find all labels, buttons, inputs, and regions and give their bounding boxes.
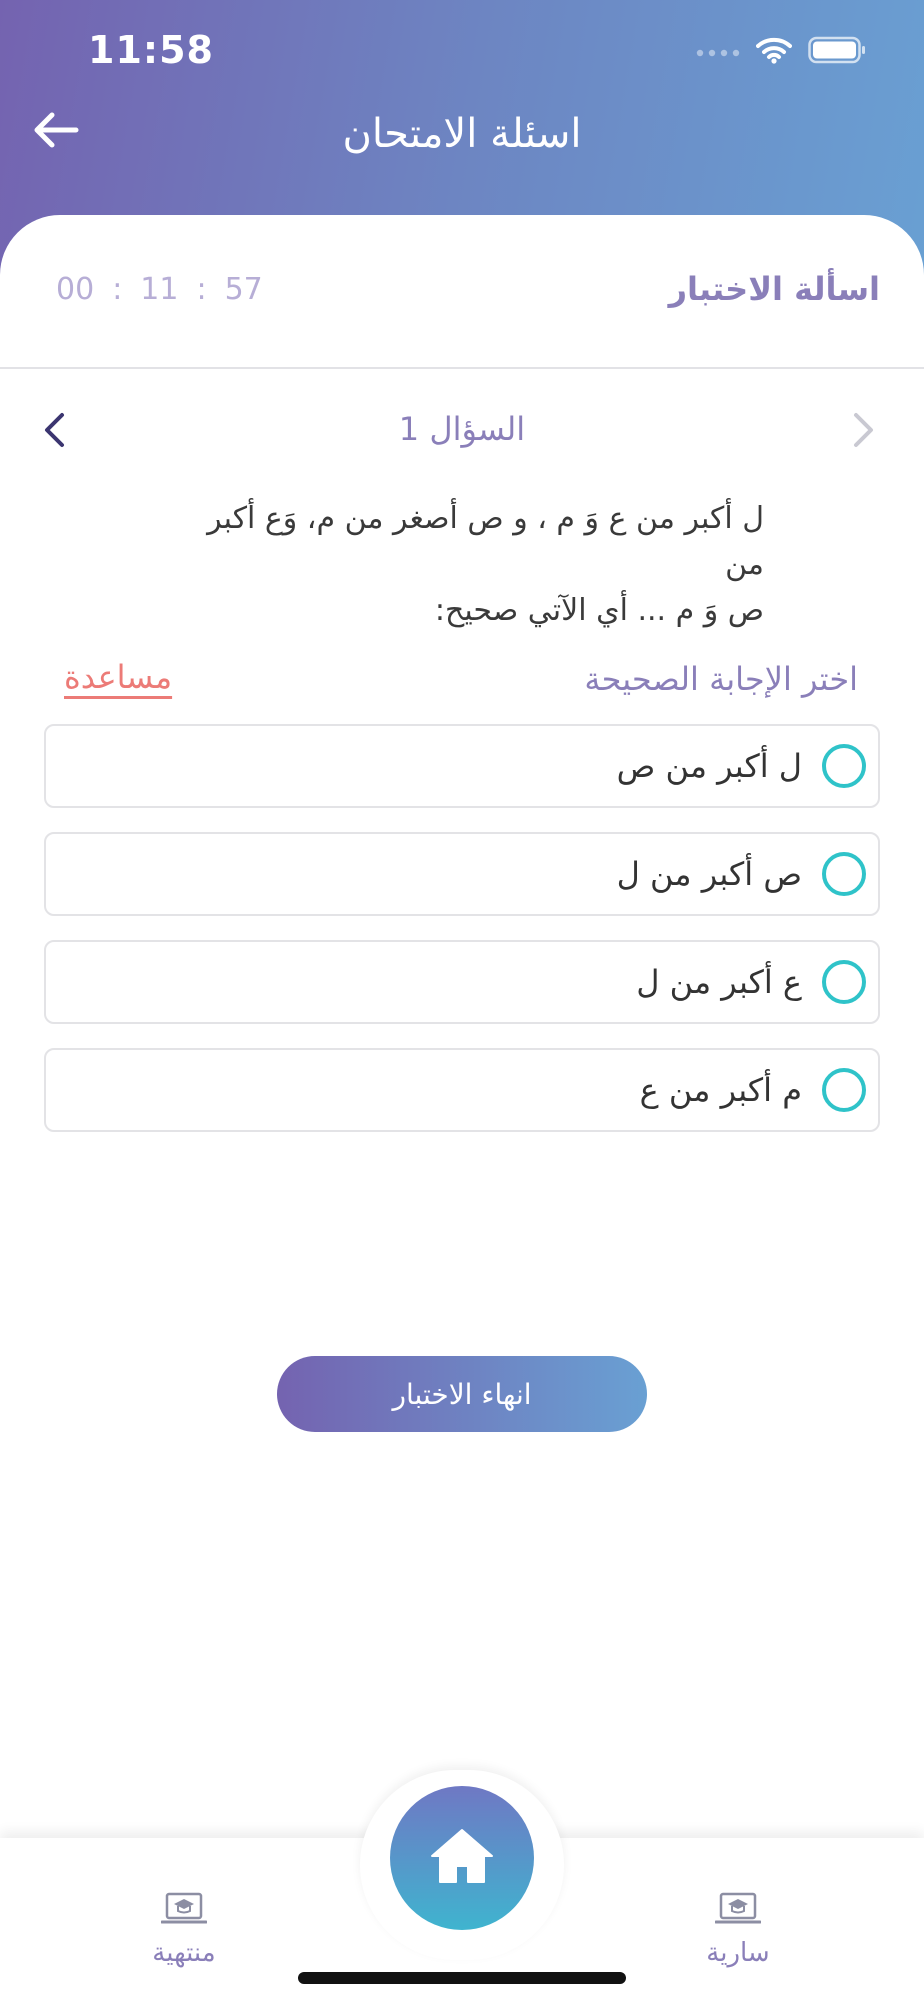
- timer-separator: :: [196, 272, 207, 307]
- help-link[interactable]: مساعدة: [64, 658, 172, 696]
- laptop-graduation-icon: [160, 1892, 208, 1930]
- choose-answer-label: اختر الإجابة الصحيحة: [584, 660, 858, 698]
- answer-options: ل أكبر من ص ص أكبر من ل ع أكبر من ل م أك…: [44, 724, 880, 1156]
- home-icon: [430, 1826, 494, 1890]
- page-title: اسئلة الامتحان: [342, 111, 582, 157]
- timer-minutes: 11: [140, 272, 179, 307]
- answer-option-label: ع أكبر من ل: [636, 963, 802, 1001]
- answer-option-label: ل أكبر من ص: [616, 747, 802, 785]
- section-title: اسألة الاختبار: [668, 270, 880, 308]
- answer-option[interactable]: ص أكبر من ل: [44, 832, 880, 916]
- divider: [0, 367, 924, 369]
- exam-timer: 00 : 11 : 57: [56, 272, 263, 307]
- timer-separator: :: [112, 272, 123, 307]
- wifi-icon: [756, 36, 792, 68]
- radio-button[interactable]: [822, 960, 866, 1004]
- timer-hours: 00: [56, 272, 95, 307]
- home-button[interactable]: [390, 1786, 534, 1930]
- question-text-line: ل أكبر من ع وَ م ، و ص أصغر من م، وَع أك…: [207, 501, 764, 582]
- answer-option-label: م أكبر من ع: [639, 1071, 802, 1109]
- question-number: السؤال 1: [398, 410, 526, 448]
- end-exam-button[interactable]: انهاء الاختبار: [277, 1356, 647, 1432]
- chevron-right-icon: [852, 411, 876, 453]
- next-question-button[interactable]: [840, 408, 888, 456]
- signal-dots-icon: [696, 43, 740, 62]
- question-text: ل أكبر من ع وَ م ، و ص أصغر من م، وَع أك…: [164, 496, 764, 634]
- radio-button[interactable]: [822, 744, 866, 788]
- laptop-graduation-icon: [714, 1892, 762, 1930]
- answer-option[interactable]: م أكبر من ع: [44, 1048, 880, 1132]
- tab-label: منتهية: [152, 1938, 216, 1968]
- tab-ongoing[interactable]: سارية: [668, 1892, 808, 1968]
- tab-ended[interactable]: منتهية: [114, 1892, 254, 1968]
- status-time: 11:58: [88, 28, 214, 72]
- timer-seconds: 57: [224, 272, 263, 307]
- status-icons: [696, 34, 866, 70]
- question-text-line: ص وَ م ... أي الآتي صحيح:: [434, 593, 764, 628]
- answer-option[interactable]: ل أكبر من ص: [44, 724, 880, 808]
- answer-option-label: ص أكبر من ل: [616, 855, 802, 893]
- home-indicator: [298, 1972, 626, 1984]
- battery-icon: [808, 36, 866, 68]
- tab-label: سارية: [706, 1938, 770, 1968]
- answer-option[interactable]: ع أكبر من ل: [44, 940, 880, 1024]
- radio-button[interactable]: [822, 852, 866, 896]
- radio-button[interactable]: [822, 1068, 866, 1112]
